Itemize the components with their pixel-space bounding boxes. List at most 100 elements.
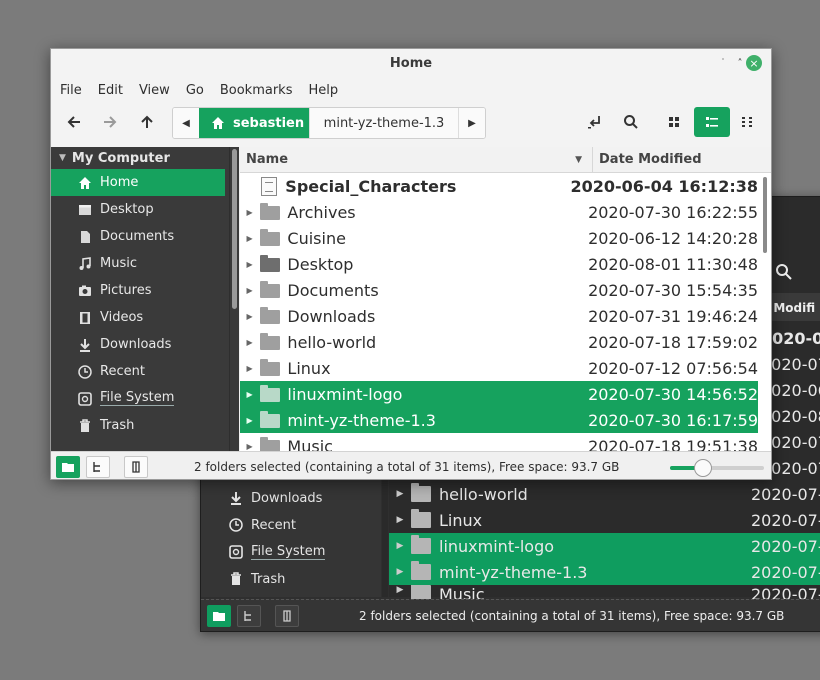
back-button[interactable] <box>59 107 89 137</box>
tree-icon <box>93 461 100 472</box>
sidebar-item-label: Documents <box>100 229 175 244</box>
background-row[interactable]: ▶ Music 2020-07-1 <box>389 585 820 599</box>
scrollbar-thumb[interactable] <box>232 149 237 309</box>
menu-file[interactable]: File <box>51 83 90 98</box>
sidebar-item-label: Recent <box>251 517 296 533</box>
sidebar-item-recent[interactable]: Recent <box>51 358 229 385</box>
title-bar[interactable]: Home <box>51 49 771 77</box>
background-sidebar-item-downloads[interactable]: Downloads <box>229 485 322 511</box>
column-header: Name ▼ Date Modified <box>240 147 771 173</box>
expander-arrow-icon[interactable]: ▶ <box>240 208 259 217</box>
expander-arrow-icon[interactable]: ▶ <box>389 489 411 499</box>
expander-arrow-icon[interactable]: ▶ <box>240 286 259 295</box>
sidebar-item-label: Downloads <box>100 337 172 352</box>
table-row[interactable]: ▶ Cuisine 2020-06-12 14:20:28 <box>240 225 758 251</box>
scrollbar-thumb[interactable] <box>763 177 767 253</box>
breadcrumb-scroll-right-button[interactable]: ▶ <box>459 108 485 138</box>
zoom-slider[interactable] <box>670 459 764 477</box>
documents-folder-icon <box>259 281 281 299</box>
name-column-header[interactable]: Name ▼ <box>240 147 593 172</box>
icon-view-button[interactable] <box>659 107 689 137</box>
sidebar-item-file-system[interactable]: File System <box>51 385 229 412</box>
sidebar-item-music[interactable]: Music <box>51 250 229 277</box>
date-modified-column-header[interactable]: Date Modified <box>593 147 771 172</box>
background-tree-toggle-button[interactable] <box>237 604 261 627</box>
expander-arrow-icon[interactable]: ▶ <box>240 312 259 321</box>
minimize-button[interactable]: ˙ <box>715 55 731 71</box>
table-row[interactable]: ▶ Archives 2020-07-30 16:22:55 <box>240 199 758 225</box>
expander-arrow-icon[interactable]: ▶ <box>389 567 411 577</box>
expander-arrow-icon[interactable]: ▶ <box>389 585 411 595</box>
breadcrumb-scroll-left-button[interactable]: ◀ <box>173 108 199 138</box>
expander-arrow-icon[interactable]: ▶ <box>240 338 259 347</box>
expander-arrow-icon[interactable]: ▶ <box>240 416 259 425</box>
background-row-selected[interactable]: ▶ linuxmint-logo 2020-07-3 <box>389 533 820 559</box>
sidebar-item-downloads[interactable]: Downloads <box>51 331 229 358</box>
background-row[interactable]: ▶ Linux 2020-07-1 <box>389 507 820 533</box>
search-button[interactable] <box>616 107 646 137</box>
sidebar-section-header[interactable]: ▼ My Computer <box>51 147 229 169</box>
expander-arrow-icon[interactable]: ▶ <box>240 390 259 399</box>
background-sidebar-hide-button[interactable] <box>275 604 299 627</box>
table-row[interactable]: ▶ hello-world 2020-07-18 17:59:02 <box>240 329 758 355</box>
sidebar-item-trash[interactable]: Trash <box>51 412 229 439</box>
menu-help[interactable]: Help <box>300 83 346 98</box>
sidebar-item-home[interactable]: Home <box>51 169 225 196</box>
sidebar-item-label: Downloads <box>251 490 323 506</box>
table-row[interactable]: ▶ Linux 2020-07-12 07:56:54 <box>240 355 758 381</box>
file-list-scrollbar[interactable] <box>759 173 771 451</box>
arrow-left-icon <box>67 116 80 128</box>
close-button[interactable]: × <box>746 55 762 71</box>
background-sidebar-item-recent[interactable]: Recent <box>229 512 296 538</box>
background-sidebar-item-trash[interactable]: Trash <box>229 566 285 592</box>
search-icon[interactable] <box>775 263 793 281</box>
sidebar-scrollbar[interactable] <box>229 147 239 451</box>
expander-arrow-icon[interactable]: ▶ <box>240 364 259 373</box>
expander-arrow-icon[interactable]: ▶ <box>240 234 259 243</box>
hide-sidebar-button[interactable] <box>124 455 148 478</box>
breadcrumb-home[interactable]: sebastien <box>199 108 309 138</box>
sidebar-item-label: Pictures <box>100 283 152 298</box>
table-row[interactable]: ▶ Desktop 2020-08-01 11:30:48 <box>240 251 758 277</box>
sidebar-item-desktop[interactable]: Desktop <box>51 196 229 223</box>
up-button[interactable] <box>132 107 162 137</box>
table-row[interactable]: Special_Characters 2020-06-04 16:12:38 <box>240 173 758 199</box>
forward-button[interactable] <box>95 107 125 137</box>
expander-arrow-icon[interactable]: ▶ <box>240 442 259 451</box>
expander-arrow-icon[interactable]: ▶ <box>240 260 259 269</box>
menu-bookmarks[interactable]: Bookmarks <box>212 83 301 98</box>
panel-icon <box>283 609 291 622</box>
sidebar-item-label: Home <box>100 175 139 190</box>
show-places-button[interactable] <box>56 455 80 478</box>
toggle-location-button[interactable] <box>579 107 609 137</box>
background-row[interactable]: ▶ hello-world 2020-07-1 <box>389 481 820 507</box>
menu-go[interactable]: Go <box>178 83 212 98</box>
folder-icon <box>411 509 431 528</box>
sidebar-section-title: My Computer <box>71 150 170 166</box>
expander-arrow-icon[interactable]: ▶ <box>389 541 411 551</box>
background-places-toggle-button[interactable] <box>207 604 231 627</box>
sidebar: ▼ My Computer Home Desktop Documents Mus… <box>51 147 229 451</box>
background-sidebar-item-file-system[interactable]: File System <box>229 539 326 565</box>
menu-view[interactable]: View <box>131 83 178 98</box>
table-row[interactable]: ▶ Documents 2020-07-30 15:54:35 <box>240 277 758 303</box>
file-manager-window[interactable]: Home ˙ ˄ × File Edit View Go Bookmarks H… <box>50 48 772 480</box>
sidebar-item-documents[interactable]: Documents <box>51 223 229 250</box>
background-row-selected[interactable]: ▶ mint-yz-theme-1.3 2020-07-3 <box>389 559 820 585</box>
breadcrumb-home-label: sebastien <box>233 115 305 131</box>
menu-edit[interactable]: Edit <box>90 83 131 98</box>
table-row-selected[interactable]: ▶ mint-yz-theme-1.3 2020-07-30 16:17:59 <box>240 407 758 433</box>
table-row[interactable]: ▶ Downloads 2020-07-31 19:46:24 <box>240 303 758 329</box>
compact-view-button[interactable] <box>733 107 763 137</box>
maximize-icon: ˄ <box>737 57 743 69</box>
show-treeview-button[interactable] <box>86 455 110 478</box>
list-view-button[interactable] <box>694 107 730 137</box>
sidebar-item-videos[interactable]: Videos <box>51 304 229 331</box>
expander-arrow-icon[interactable]: ▶ <box>389 515 411 525</box>
sort-descending-icon: ▼ <box>575 154 582 165</box>
table-row[interactable]: ▶ Music 2020-07-18 19:51:38 <box>240 433 758 451</box>
table-row-selected[interactable]: ▶ linuxmint-logo 2020-07-30 14:56:52 <box>240 381 758 407</box>
sidebar-item-pictures[interactable]: Pictures <box>51 277 229 304</box>
zoom-slider-handle[interactable] <box>693 459 712 477</box>
breadcrumb-folder[interactable]: mint-yz-theme-1.3 <box>309 108 459 138</box>
